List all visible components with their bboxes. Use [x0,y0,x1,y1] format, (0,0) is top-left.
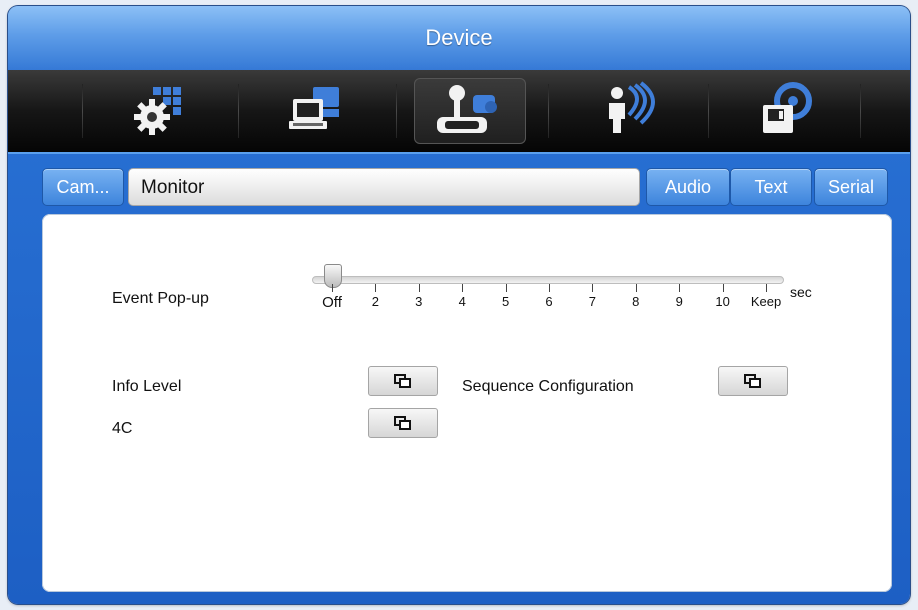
slider-tick-label: 5 [501,294,510,309]
tab-event[interactable] [572,78,684,144]
slider-tick-mark [462,284,464,292]
four-c-config-button[interactable] [368,408,438,438]
window-title: Device [8,6,910,70]
slider-tick-label: Off [322,294,342,311]
slider-tick-label: 3 [415,294,423,309]
event-popup-slider-track[interactable] [312,276,784,284]
slider-tick-mark [418,284,420,292]
tab-monitor[interactable]: Monitor [128,168,640,206]
toolbar-separator [238,84,239,138]
storage-disk-icon [763,82,812,133]
category-toolbar [8,70,910,154]
window-config-icon [394,374,411,388]
slider-tick-mark [679,284,681,292]
tab-device[interactable] [414,78,526,144]
slider-tick-label: 2 [371,294,380,309]
slider-tick-label: 6 [545,294,553,309]
slider-tick-mark [505,284,507,292]
slider-tick-label: 7 [588,294,597,309]
sequence-configuration-button[interactable] [718,366,788,396]
slider-tick-label: 10 [715,294,730,309]
event-popup-slider-thumb[interactable] [324,264,342,288]
tab-audio[interactable]: Audio [646,168,730,206]
tab-storage[interactable] [730,78,842,144]
slider-tick-mark [592,284,594,292]
four-c-label: 4C [112,420,133,437]
toolbar-separator [82,84,83,138]
tab-text[interactable]: Text [730,168,812,206]
device-window: Device Cam... Monitor Audio Text Serial … [8,6,910,604]
joystick-device-icon [437,85,497,133]
slider-tick-mark [766,284,767,292]
slider-tick-mark [375,284,377,292]
slider-tick-label: 9 [675,294,683,309]
slider-tick-label: 4 [458,294,466,309]
tab-camera[interactable]: Cam... [42,168,124,206]
camera-grid-gear-icon [134,87,181,135]
tab-serial[interactable]: Serial [814,168,888,206]
sequence-configuration-label: Sequence Configuration [462,378,634,395]
toolbar-separator [860,84,861,138]
toolbar-separator [548,84,549,138]
tab-network[interactable] [262,78,374,144]
toolbar-separator [708,84,709,138]
event-popup-label: Event Pop-up [112,290,209,307]
person-signal-icon [609,81,655,133]
slider-tick-label: 8 [632,294,640,309]
slider-tick-label: Keep [750,294,782,309]
window-config-icon [744,374,761,388]
info-level-label: Info Level [112,378,182,395]
slider-tick-mark [635,284,637,292]
event-popup-unit: sec [790,284,812,300]
info-level-config-button[interactable] [368,366,438,396]
monitor-settings-panel: Event Pop-up Off 2 3 4 5 6 7 8 9 10 Keep sec Info … [42,214,892,592]
device-subtabs: Cam... Monitor Audio Text Serial [8,158,910,208]
network-computers-icon [289,87,339,129]
slider-tick-mark [332,284,333,292]
toolbar-separator [396,84,397,138]
tab-camera-settings[interactable] [104,78,216,144]
slider-tick-mark [722,284,724,292]
window-config-icon [394,416,411,430]
slider-tick-mark [549,284,550,292]
